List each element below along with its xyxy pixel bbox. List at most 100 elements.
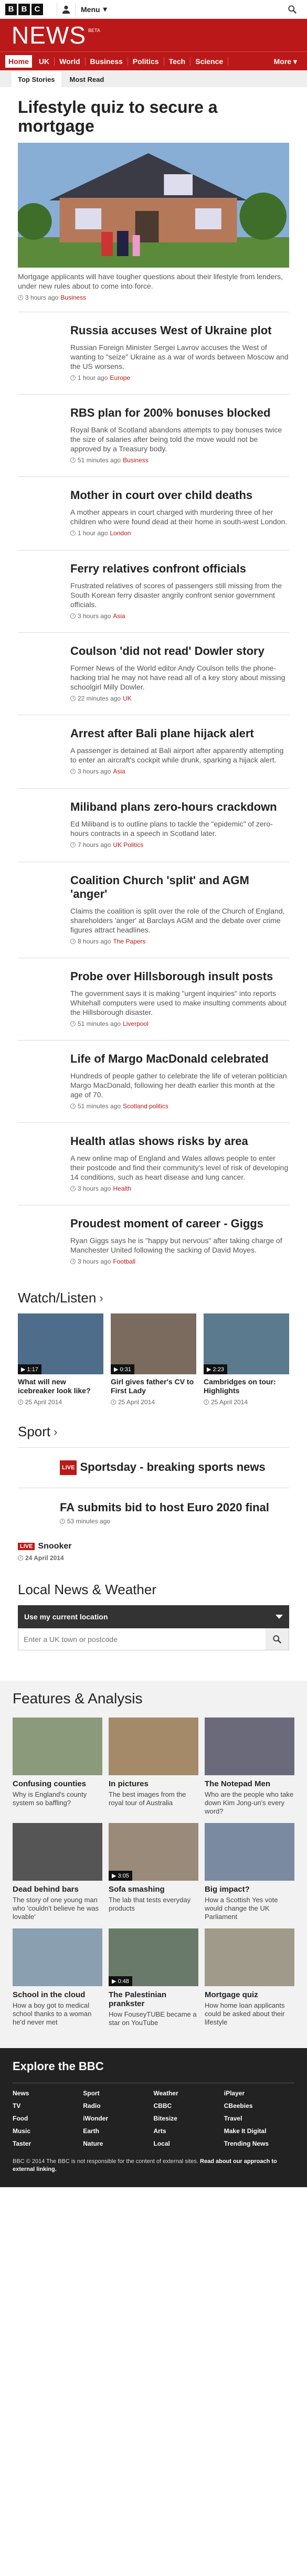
menu-button[interactable]: Menu ▾ [81, 5, 107, 14]
video-card[interactable]: ▶ 2:23 Cambridges on tour: Highlights 25… [204, 1313, 289, 1406]
story-headline[interactable]: Coalition Church 'split' and AGM 'anger' [70, 874, 289, 901]
section-tag[interactable]: Scotland politics [123, 1103, 168, 1110]
tab-top-stories[interactable]: Top Stories [12, 72, 61, 87]
list-item[interactable]: Probe over Hillsborough insult posts The… [18, 958, 289, 1040]
video-card[interactable]: ▶ 0:31 Girl gives father's CV to First L… [111, 1313, 196, 1406]
story-headline[interactable]: RBS plan for 200% bonuses blocked [70, 406, 289, 420]
feature-card[interactable]: The Notepad Men Who are the people who ta… [205, 1718, 294, 1816]
story-headline[interactable]: Probe over Hillsborough insult posts [70, 970, 289, 983]
feature-card[interactable]: In pictures The best images from the roya… [109, 1718, 198, 1816]
feature-title[interactable]: Mortgage quiz [205, 1990, 294, 1999]
footer-link[interactable]: Earth [83, 2127, 153, 2135]
footer-link[interactable]: CBBC [154, 2102, 224, 2109]
nav-item-home[interactable]: Home [5, 55, 32, 68]
feature-card[interactable]: Mortgage quiz How home loan applicants co… [205, 1928, 294, 2027]
video-card[interactable]: ▶ 1:17 What will new icebreaker look lik… [18, 1313, 103, 1406]
section-tag[interactable]: Europe [110, 374, 130, 381]
nav-item-science[interactable]: Science [190, 57, 229, 66]
account-button[interactable] [57, 2, 76, 16]
feature-title[interactable]: Dead behind bars [13, 1885, 102, 1894]
section-tag[interactable]: Asia [113, 768, 125, 775]
list-item[interactable]: FA submits bid to host Euro 2020 final 5… [18, 1488, 289, 1538]
footer-link[interactable]: TV [13, 2102, 83, 2109]
list-item[interactable]: Miliband plans zero-hours crackdown Ed M… [18, 788, 289, 862]
nav-item-politics[interactable]: Politics [128, 57, 164, 66]
video-title[interactable]: What will new icebreaker look like? [18, 1377, 103, 1395]
nav-item-world[interactable]: World [55, 57, 86, 66]
story-headline[interactable]: Proudest moment of career - Giggs [70, 1217, 289, 1231]
nav-item-business[interactable]: Business [86, 57, 128, 66]
feature-title[interactable]: Sofa smashing [109, 1885, 198, 1894]
feature-card[interactable]: Dead behind bars The story of one young m… [13, 1823, 102, 1921]
video-thumbnail[interactable]: ▶ 0:31 [111, 1313, 196, 1374]
section-tag[interactable]: Football [113, 1258, 135, 1265]
feature-card[interactable]: ▶ 0:48 The Palestinian prankster How Fouse… [109, 1928, 198, 2027]
section-tag[interactable]: UK [123, 695, 132, 702]
footer-link[interactable]: Arts [154, 2127, 224, 2135]
section-tag[interactable]: Liverpool [123, 1020, 149, 1027]
footer-link[interactable]: Weather [154, 2090, 224, 2097]
watch-listen-heading[interactable]: Watch/Listen › [18, 1290, 289, 1306]
section-tag[interactable]: Business [123, 457, 149, 464]
section-tag[interactable]: Business [60, 294, 86, 301]
footer-link[interactable]: Trending News [224, 2140, 294, 2147]
list-item[interactable]: LIVE Sportsday - breaking sports news [18, 1447, 289, 1488]
location-search-button[interactable] [266, 1628, 289, 1650]
video-thumbnail[interactable]: ▶ 1:17 [18, 1313, 103, 1374]
story-headline[interactable]: Arrest after Bali plane hijack alert [70, 727, 289, 740]
feature-title[interactable]: The Palestinian prankster [109, 1990, 198, 2008]
story-headline[interactable]: LIVE Sportsday - breaking sports news [60, 1460, 289, 1476]
story-headline[interactable]: Life of Margo MacDonald celebrated [70, 1052, 289, 1066]
feature-card[interactable]: Big impact? How a Scottish Yes vote would… [205, 1823, 294, 1921]
feature-card[interactable]: School in the cloud How a boy got to medi… [13, 1928, 102, 2027]
list-item[interactable]: Ferry relatives confront officials Frust… [18, 550, 289, 632]
feature-title[interactable]: Confusing counties [13, 1779, 102, 1788]
feature-card[interactable]: ▶ 3:05 Sofa smashing The lab that tests ev… [109, 1823, 198, 1921]
story-headline[interactable]: Health atlas shows risks by area [70, 1135, 289, 1148]
tab-most-read[interactable]: Most Read [63, 72, 111, 87]
use-location-button[interactable]: Use my current location [18, 1605, 289, 1629]
section-tag[interactable]: The Papers [113, 938, 145, 945]
list-item[interactable]: Coulson 'did not read' Dowler story Form… [18, 632, 289, 715]
list-item[interactable]: Life of Margo MacDonald celebrated Hundr… [18, 1040, 289, 1122]
lead-headline[interactable]: Lifestyle quiz to secure a mortgage [18, 98, 289, 135]
footer-link[interactable]: Make It Digital [224, 2127, 294, 2135]
video-title[interactable]: Cambridges on tour: Highlights [204, 1377, 289, 1395]
postcode-input[interactable] [18, 1628, 266, 1650]
list-item[interactable]: Russia accuses West of Ukraine plot Russ… [18, 312, 289, 394]
feature-title[interactable]: School in the cloud [13, 1990, 102, 1999]
feature-title[interactable]: In pictures [109, 1779, 198, 1788]
story-headline[interactable]: Miliband plans zero-hours crackdown [70, 800, 289, 814]
nav-item-uk[interactable]: UK [34, 57, 55, 66]
section-tag[interactable]: Asia [113, 612, 125, 620]
feature-title[interactable]: The Notepad Men [205, 1779, 294, 1788]
footer-link[interactable]: Travel [224, 2115, 294, 2122]
footer-link[interactable]: Bitesize [154, 2115, 224, 2122]
footer-link[interactable]: iWonder [83, 2115, 153, 2122]
nav-more-button[interactable]: More ▾ [269, 57, 302, 66]
footer-link[interactable]: Radio [83, 2102, 153, 2109]
footer-link[interactable]: Food [13, 2115, 83, 2122]
story-headline[interactable]: FA submits bid to host Euro 2020 final [60, 1501, 289, 1514]
news-logo[interactable]: NEWS [12, 21, 86, 49]
footer-link[interactable]: Nature [83, 2140, 153, 2147]
story-headline[interactable]: Mother in court over child deaths [70, 489, 289, 502]
section-tag[interactable]: Health [113, 1185, 131, 1192]
list-item[interactable]: Coalition Church 'split' and AGM 'anger'… [18, 862, 289, 958]
snooker-item[interactable]: LIVE Snooker 24 April 2014 [18, 1538, 289, 1566]
search-button[interactable] [283, 3, 302, 16]
story-headline[interactable]: Ferry relatives confront officials [70, 562, 289, 576]
lead-story[interactable]: Lifestyle quiz to secure a mortgage Mort… [18, 98, 289, 301]
bbc-logo[interactable]: B B C [5, 3, 43, 15]
footer-link[interactable]: Sport [83, 2090, 153, 2097]
list-item[interactable]: Mother in court over child deaths A moth… [18, 476, 289, 550]
footer-link[interactable]: News [13, 2090, 83, 2097]
sport-heading[interactable]: Sport › [18, 1424, 289, 1440]
feature-card[interactable]: Confusing counties Why is England's count… [13, 1718, 102, 1816]
nav-item-tech[interactable]: Tech [164, 57, 191, 66]
footer-link[interactable]: CBeebies [224, 2102, 294, 2109]
footer-link[interactable]: Music [13, 2127, 83, 2135]
list-item[interactable]: RBS plan for 200% bonuses blocked Royal … [18, 394, 289, 476]
video-thumbnail[interactable]: ▶ 2:23 [204, 1313, 289, 1374]
footer-link[interactable]: Local [154, 2140, 224, 2147]
